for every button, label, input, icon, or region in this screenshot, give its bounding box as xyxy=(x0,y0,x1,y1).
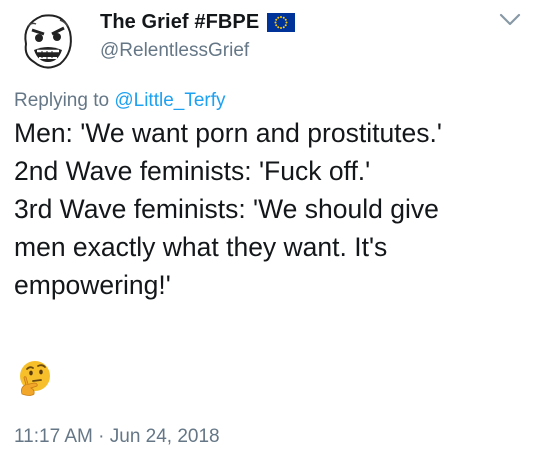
display-name[interactable]: The Grief #FBPE xyxy=(100,11,259,34)
replying-to-label: Replying to xyxy=(14,90,115,111)
replying-to-line: Replying to @Little_Terfy xyxy=(14,90,226,112)
tweet-header: The Grief #FBPE @RelentlessGrief xyxy=(100,8,296,62)
user-handle[interactable]: @RelentlessGrief xyxy=(100,40,295,62)
tweet-text-line: men exactly what they want. It's xyxy=(14,232,388,262)
tweet-text-line: 2nd Wave feminists: 'Fuck off.' xyxy=(14,156,371,186)
thinking-face-icon xyxy=(20,361,50,396)
eu-flag-icon xyxy=(267,12,296,32)
tweet: The Grief #FBPE @RelentlessGrief Replyin… xyxy=(0,0,540,451)
tweet-text-line: empowering!' xyxy=(14,270,171,300)
rage-face-avatar-icon xyxy=(13,5,81,73)
reply-mention-link[interactable]: @Little_Terfy xyxy=(114,90,225,111)
tweet-text: Men: 'We want porn and prostitutes.' 2nd… xyxy=(14,114,534,304)
tweet-timestamp[interactable]: 11:17 AM · Jun 24, 2018 xyxy=(14,426,220,448)
tweet-text-line: Men: 'We want porn and prostitutes.' xyxy=(14,118,442,148)
avatar[interactable] xyxy=(12,4,82,74)
chevron-down-icon[interactable] xyxy=(498,12,522,28)
display-name-row: The Grief #FBPE xyxy=(100,8,296,36)
tweet-text-line: 3rd Wave feminists: 'We should give xyxy=(14,194,439,224)
